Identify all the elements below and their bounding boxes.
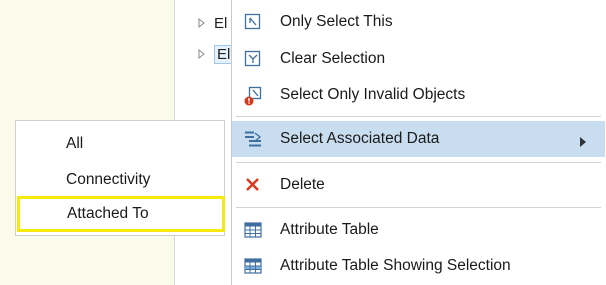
context-menu: Only Select This Clear Selection Select … (231, 0, 605, 285)
menu-item-select-invalid[interactable]: Select Only Invalid Objects (232, 77, 605, 113)
menu-separator (236, 162, 601, 163)
menu-item-label: Attribute Table Showing Selection (280, 257, 511, 274)
menu-separator (236, 207, 601, 208)
menu-item-clear-selection[interactable]: Clear Selection (232, 41, 605, 77)
invalid-objects-icon (243, 85, 263, 106)
delete-icon (243, 175, 263, 195)
submenu-item-label: All (66, 135, 84, 152)
associated-data-icon (243, 129, 263, 149)
submenu-item-connectivity[interactable]: Connectivity (16, 162, 224, 198)
menu-item-attribute-table-selection[interactable]: Attribute Table Showing Selection (232, 248, 605, 284)
menu-item-label: Select Only Invalid Objects (280, 86, 466, 103)
menu-item-select-associated-data[interactable]: Select Associated Data (232, 121, 605, 157)
menu-item-attribute-table[interactable]: Attribute Table (232, 212, 605, 248)
menu-item-only-select-this[interactable]: Only Select This (232, 4, 605, 40)
expand-chevron-icon[interactable] (196, 47, 208, 61)
menu-item-label: Delete (280, 176, 325, 193)
submenu-item-all[interactable]: All (16, 126, 224, 162)
submenu-item-label: Attached To (67, 205, 149, 222)
submenu-arrow-icon (579, 134, 587, 152)
table-icon (243, 220, 263, 240)
associated-data-submenu: All Connectivity Attached To (15, 120, 225, 236)
menu-item-label: Clear Selection (280, 50, 386, 67)
expand-chevron-icon[interactable] (196, 16, 208, 30)
table-selection-icon (243, 256, 263, 276)
submenu-item-attached-to[interactable]: Attached To (17, 196, 225, 232)
menu-item-label: Only Select This (280, 13, 393, 30)
select-this-icon (243, 12, 263, 32)
menu-item-delete[interactable]: Delete (232, 167, 605, 203)
tree-row-label: El (214, 14, 228, 32)
tree-row[interactable]: El (196, 12, 227, 34)
menu-item-label: Attribute Table (280, 221, 379, 238)
menu-item-label: Select Associated Data (280, 130, 440, 147)
clear-selection-icon (243, 49, 263, 69)
tree-row-selected[interactable]: El (196, 43, 234, 65)
submenu-item-label: Connectivity (66, 171, 151, 188)
menu-separator (236, 116, 601, 117)
